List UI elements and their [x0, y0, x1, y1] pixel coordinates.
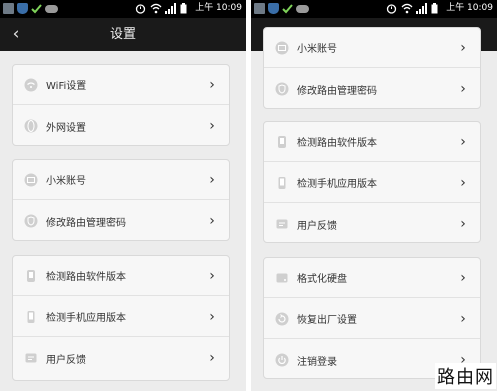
- chevron-right-icon: ›: [460, 216, 466, 232]
- feedback-icon: [274, 216, 290, 232]
- chevron-right-icon: ›: [460, 133, 466, 150]
- chevron-right-icon: ›: [460, 310, 466, 327]
- settings-group: 格式化硬盘 › 恢复出厂设置 › 注销登录 ›: [263, 257, 481, 379]
- feedback-icon: [23, 350, 39, 366]
- battery-icon: [431, 3, 442, 14]
- settings-group: 小米账号 › 修改路由管理密码 ›: [12, 159, 230, 241]
- settings-item-mi-account[interactable]: 小米账号 ›: [13, 160, 229, 200]
- settings-item-label: 检测手机应用版本: [46, 313, 126, 324]
- settings-item-check-router-version[interactable]: 检测路由软件版本 ›: [13, 256, 229, 296]
- settings-group: WiFi设置 › 外网设置 ›: [12, 64, 230, 146]
- cell-signal-icon: [416, 3, 428, 14]
- settings-item-label: 修改路由管理密码: [46, 217, 126, 229]
- chevron-right-icon: ›: [209, 267, 215, 284]
- settings-item-factory-reset[interactable]: 恢复出厂设置 ›: [264, 299, 480, 339]
- settings-item-label: 用户反馈: [46, 354, 86, 366]
- globe-icon: [23, 118, 39, 134]
- phone-screen-left: 上午 10:09 ‹ 设置 WiFi设置 › 外网设置 › 小米账号 › 修改路…: [0, 0, 246, 391]
- phone-icon: [274, 175, 290, 191]
- wifi-signal-icon: [150, 3, 162, 14]
- status-bar: 上午 10:09: [251, 0, 497, 18]
- settings-group: 小米账号 › 修改路由管理密码 ›: [263, 27, 481, 109]
- mi-icon: [23, 172, 39, 188]
- chevron-right-icon: ›: [460, 174, 466, 191]
- chevron-right-icon: ›: [209, 171, 215, 188]
- settings-group: 检测路由软件版本 › 检测手机应用版本 › 用户反馈 ›: [263, 121, 481, 243]
- settings-item-label: 外网设置: [46, 122, 86, 134]
- gallery-icon: [3, 3, 14, 14]
- settings-item-change-password[interactable]: 修改路由管理密码 ›: [13, 201, 229, 240]
- chevron-right-icon: ›: [209, 118, 215, 134]
- shield-icon: [17, 3, 28, 14]
- disk-icon: [274, 270, 290, 286]
- settings-item-label: 小米账号: [46, 176, 86, 187]
- power-icon: [274, 352, 290, 368]
- settings-item-mi-account[interactable]: 小米账号 ›: [264, 28, 480, 68]
- settings-item-label: 检测路由软件版本: [297, 138, 377, 149]
- clock-time: 上午 10:09: [195, 3, 242, 13]
- watermark-logo: 路由网: [435, 363, 496, 389]
- settings-item-label: WiFi设置: [46, 81, 87, 92]
- chevron-right-icon: ›: [460, 81, 466, 97]
- chevron-right-icon: ›: [209, 213, 215, 229]
- settings-item-check-app-version[interactable]: 检测手机应用版本 ›: [264, 163, 480, 203]
- chevron-right-icon: ›: [460, 39, 466, 56]
- settings-item-label: 修改路由管理密码: [297, 85, 377, 97]
- shield-icon: [23, 213, 39, 229]
- settings-item-feedback[interactable]: 用户反馈 ›: [13, 338, 229, 378]
- weather-icon: [296, 5, 309, 13]
- phone-screen-right: 上午 10:09 ‹ 设置 小米账号 › 修改路由管理密码 › 检测路由软件版本…: [251, 0, 497, 391]
- router-icon: [23, 268, 39, 284]
- settings-item-label: 注销登录: [297, 356, 337, 368]
- settings-item-format-disk[interactable]: 格式化硬盘 ›: [264, 258, 480, 298]
- weather-icon: [45, 5, 58, 13]
- alarm-icon: [386, 3, 397, 14]
- settings-group: 检测路由软件版本 › 检测手机应用版本 › 用户反馈 ›: [12, 255, 230, 381]
- settings-item-label: 检测路由软件版本: [46, 272, 126, 283]
- settings-item-label: 检测手机应用版本: [297, 179, 377, 190]
- phone-icon: [23, 309, 39, 325]
- shield-icon: [268, 3, 279, 14]
- check-icon: [282, 3, 293, 14]
- wifi-icon: [23, 77, 39, 93]
- gallery-icon: [254, 3, 265, 14]
- page-title: 设置: [109, 27, 136, 42]
- alarm-icon: [135, 3, 146, 14]
- settings-item-label: 格式化硬盘: [297, 274, 347, 285]
- chevron-right-icon: ›: [209, 350, 215, 366]
- title-bar: ‹ 设置: [0, 18, 246, 51]
- chevron-right-icon: ›: [209, 308, 215, 325]
- wifi-signal-icon: [401, 3, 413, 14]
- battery-icon: [180, 3, 191, 14]
- chevron-right-icon: ›: [209, 76, 215, 93]
- chevron-right-icon: ›: [460, 269, 466, 286]
- settings-item-check-app-version[interactable]: 检测手机应用版本 ›: [13, 297, 229, 337]
- settings-item-label: 恢复出厂设置: [297, 315, 357, 326]
- settings-item-wifi[interactable]: WiFi设置 ›: [13, 65, 229, 105]
- router-icon: [274, 134, 290, 150]
- settings-item-label: 小米账号: [297, 44, 337, 55]
- shield-icon: [274, 81, 290, 97]
- reset-icon: [274, 311, 290, 327]
- settings-item-wan[interactable]: 外网设置 ›: [13, 106, 229, 145]
- settings-item-feedback[interactable]: 用户反馈 ›: [264, 204, 480, 242]
- mi-icon: [274, 40, 290, 56]
- status-bar: 上午 10:09: [0, 0, 246, 18]
- settings-item-label: 用户反馈: [297, 220, 337, 232]
- settings-item-change-password[interactable]: 修改路由管理密码 ›: [264, 69, 480, 108]
- clock-time: 上午 10:09: [446, 3, 493, 13]
- cell-signal-icon: [165, 3, 177, 14]
- settings-item-check-router-version[interactable]: 检测路由软件版本 ›: [264, 122, 480, 162]
- check-icon: [31, 3, 42, 14]
